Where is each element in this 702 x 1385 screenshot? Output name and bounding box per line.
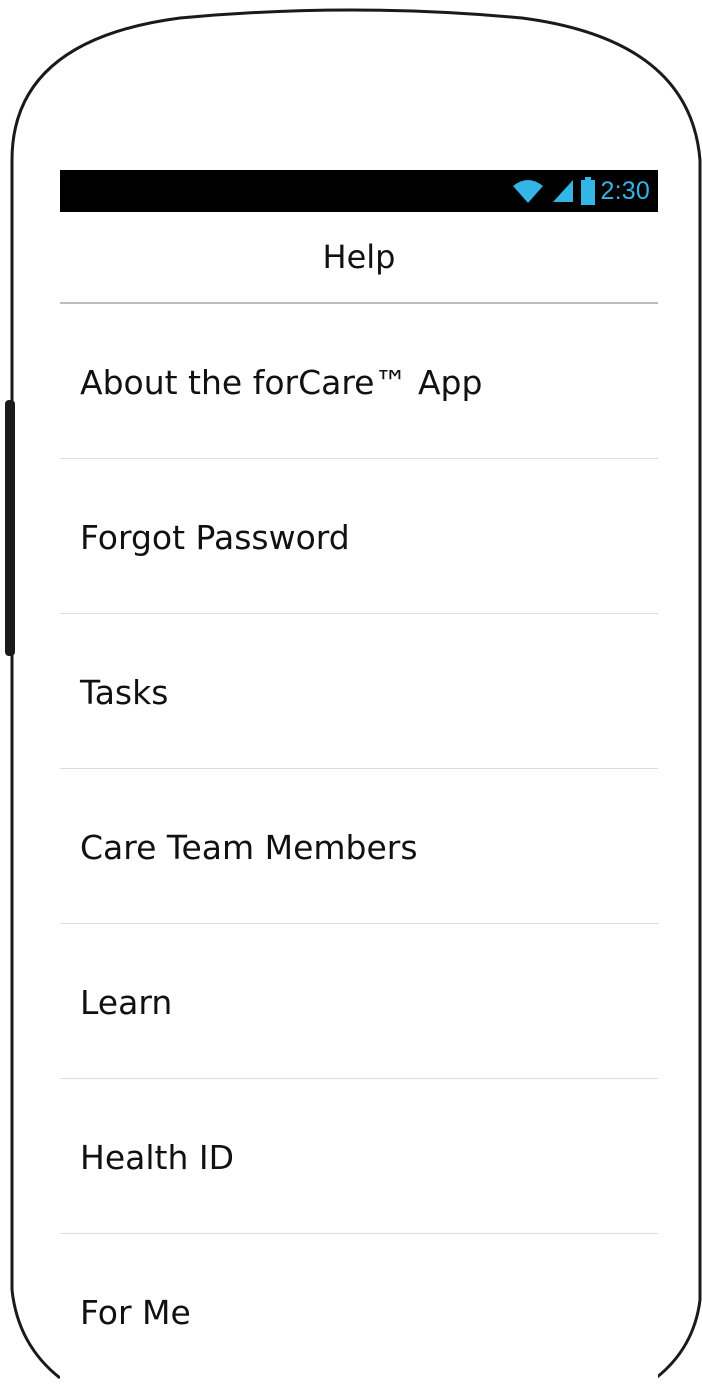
status-bar: 2:30: [60, 170, 658, 212]
title-bar: Help: [60, 212, 658, 304]
battery-icon: [580, 177, 595, 205]
page-title: Help: [322, 238, 396, 276]
help-item-care-team-members[interactable]: Care Team Members: [60, 769, 658, 924]
help-item-for-me[interactable]: For Me: [60, 1234, 658, 1385]
help-item-label: Forgot Password: [80, 517, 350, 557]
help-item-forgot-password[interactable]: Forgot Password: [60, 459, 658, 614]
status-time: 2:30: [600, 176, 650, 205]
help-item-label: Tasks: [80, 672, 169, 712]
help-item-learn[interactable]: Learn: [60, 924, 658, 1079]
help-item-label: Care Team Members: [80, 827, 418, 867]
wifi-icon: [512, 180, 543, 203]
help-item-health-id[interactable]: Health ID: [60, 1079, 658, 1234]
help-item-label: About the forCare™ App: [80, 362, 483, 402]
side-button: [5, 400, 15, 656]
help-item-label: Learn: [80, 982, 173, 1022]
help-item-tasks[interactable]: Tasks: [60, 614, 658, 769]
app-screen: 2:30 Help About the forCare™ App Forgot …: [60, 170, 658, 1385]
help-item-label: For Me: [80, 1292, 191, 1332]
help-topics-list: About the forCare™ App Forgot Password T…: [60, 304, 658, 1385]
help-item-about[interactable]: About the forCare™ App: [60, 304, 658, 459]
signal-icon: [552, 180, 573, 202]
help-item-label: Health ID: [80, 1137, 234, 1177]
